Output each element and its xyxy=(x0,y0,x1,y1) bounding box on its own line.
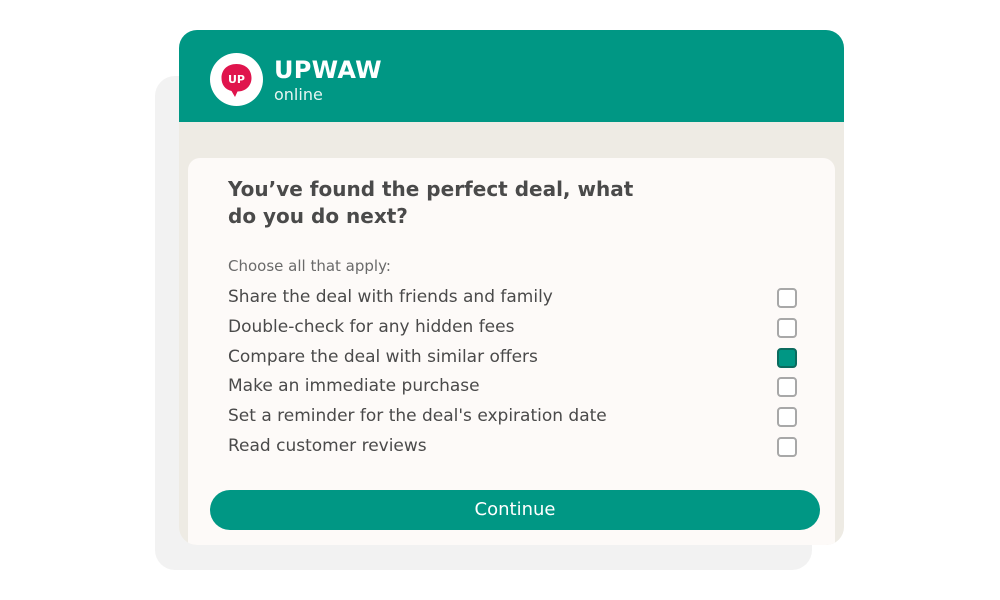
question-heading: You’ve found the perfect deal, what do y… xyxy=(228,177,634,228)
option-label: Set a reminder for the deal's expiration… xyxy=(228,406,607,426)
option-read-reviews[interactable]: Read customer reviews xyxy=(188,432,835,462)
option-set-reminder[interactable]: Set a reminder for the deal's expiration… xyxy=(188,402,835,432)
chat-header: UP UPWAW online xyxy=(179,30,844,122)
online-status: online xyxy=(274,85,323,104)
option-hidden-fees[interactable]: Double-check for any hidden fees xyxy=(188,313,835,343)
option-label: Make an immediate purchase xyxy=(228,376,480,396)
checkbox[interactable] xyxy=(777,288,797,308)
checkbox[interactable] xyxy=(777,318,797,338)
option-share-deal[interactable]: Share the deal with friends and family xyxy=(188,283,835,313)
checkbox[interactable] xyxy=(777,437,797,457)
checkbox[interactable] xyxy=(777,377,797,397)
checkbox[interactable] xyxy=(777,348,797,368)
option-label: Read customer reviews xyxy=(228,436,427,456)
app-logo: UP xyxy=(210,53,263,106)
checkbox[interactable] xyxy=(777,407,797,427)
app-name: UPWAW xyxy=(274,56,382,84)
chat-window: UP UPWAW online You’ve found the perfect… xyxy=(179,30,844,545)
stage: UP UPWAW online You’ve found the perfect… xyxy=(0,0,1000,600)
logo-text: UP xyxy=(228,73,245,86)
option-label: Compare the deal with similar offers xyxy=(228,347,538,367)
continue-button[interactable]: Continue xyxy=(210,490,820,530)
option-label: Double-check for any hidden fees xyxy=(228,317,515,337)
instruction-text: Choose all that apply: xyxy=(228,257,391,275)
survey-card: You’ve found the perfect deal, what do y… xyxy=(188,158,835,545)
speech-bubble-logo-icon: UP xyxy=(221,64,252,97)
option-immediate-purchase[interactable]: Make an immediate purchase xyxy=(188,372,835,402)
option-label: Share the deal with friends and family xyxy=(228,287,553,307)
option-compare-offers[interactable]: Compare the deal with similar offers xyxy=(188,343,835,373)
